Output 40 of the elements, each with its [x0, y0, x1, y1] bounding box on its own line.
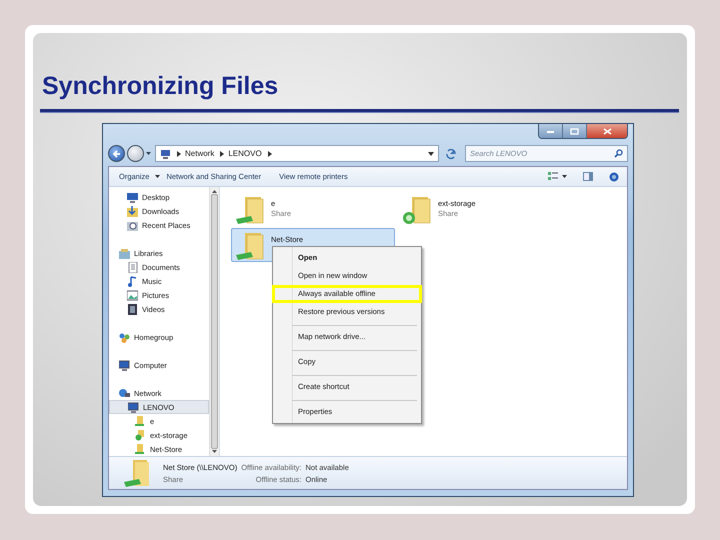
breadcrumb[interactable]: Network	[185, 149, 214, 158]
synced-folder-icon	[135, 430, 146, 440]
chevron-icon[interactable]	[268, 150, 272, 156]
close-icon	[602, 128, 612, 134]
preview-pane-icon[interactable]	[583, 172, 593, 181]
monitor-icon	[127, 192, 138, 202]
breadcrumb[interactable]: LENOVO	[228, 149, 262, 158]
minimize-icon	[546, 128, 555, 134]
help-icon[interactable]	[609, 172, 619, 182]
slide-title: Synchronizing Files	[42, 71, 280, 101]
maximize-button[interactable]	[563, 124, 587, 138]
back-arrow-icon	[112, 148, 122, 158]
address-bar[interactable]: Network LENOVO	[155, 145, 439, 162]
back-button[interactable]	[108, 145, 125, 162]
globe-icon	[119, 388, 130, 398]
shared-folder-icon	[135, 416, 146, 426]
picture-frame-icon	[127, 290, 138, 300]
computer-icon	[119, 360, 130, 370]
view-options-icon[interactable]	[548, 172, 558, 181]
minimize-button[interactable]	[539, 124, 563, 138]
close-button[interactable]	[587, 124, 627, 138]
computer-icon	[128, 402, 139, 412]
caret-icon[interactable]	[146, 152, 151, 156]
people-icon	[119, 332, 130, 342]
scrollbar[interactable]	[209, 187, 219, 456]
shared-folder-icon	[135, 444, 146, 454]
caret-icon[interactable]	[562, 174, 567, 178]
refresh-icon[interactable]	[445, 148, 457, 160]
search-icon	[614, 149, 623, 158]
computer-icon	[160, 148, 171, 158]
maximize-icon	[570, 128, 579, 134]
chevron-icon[interactable]	[177, 150, 181, 156]
chevron-icon[interactable]	[220, 150, 224, 156]
music-note-icon	[127, 276, 138, 286]
library-icon	[119, 248, 130, 258]
caret-icon[interactable]	[155, 174, 160, 178]
folder-arrow-icon	[127, 206, 138, 216]
forward-button[interactable]	[127, 145, 144, 162]
caret-icon[interactable]	[428, 152, 434, 156]
document-icon	[127, 262, 138, 272]
